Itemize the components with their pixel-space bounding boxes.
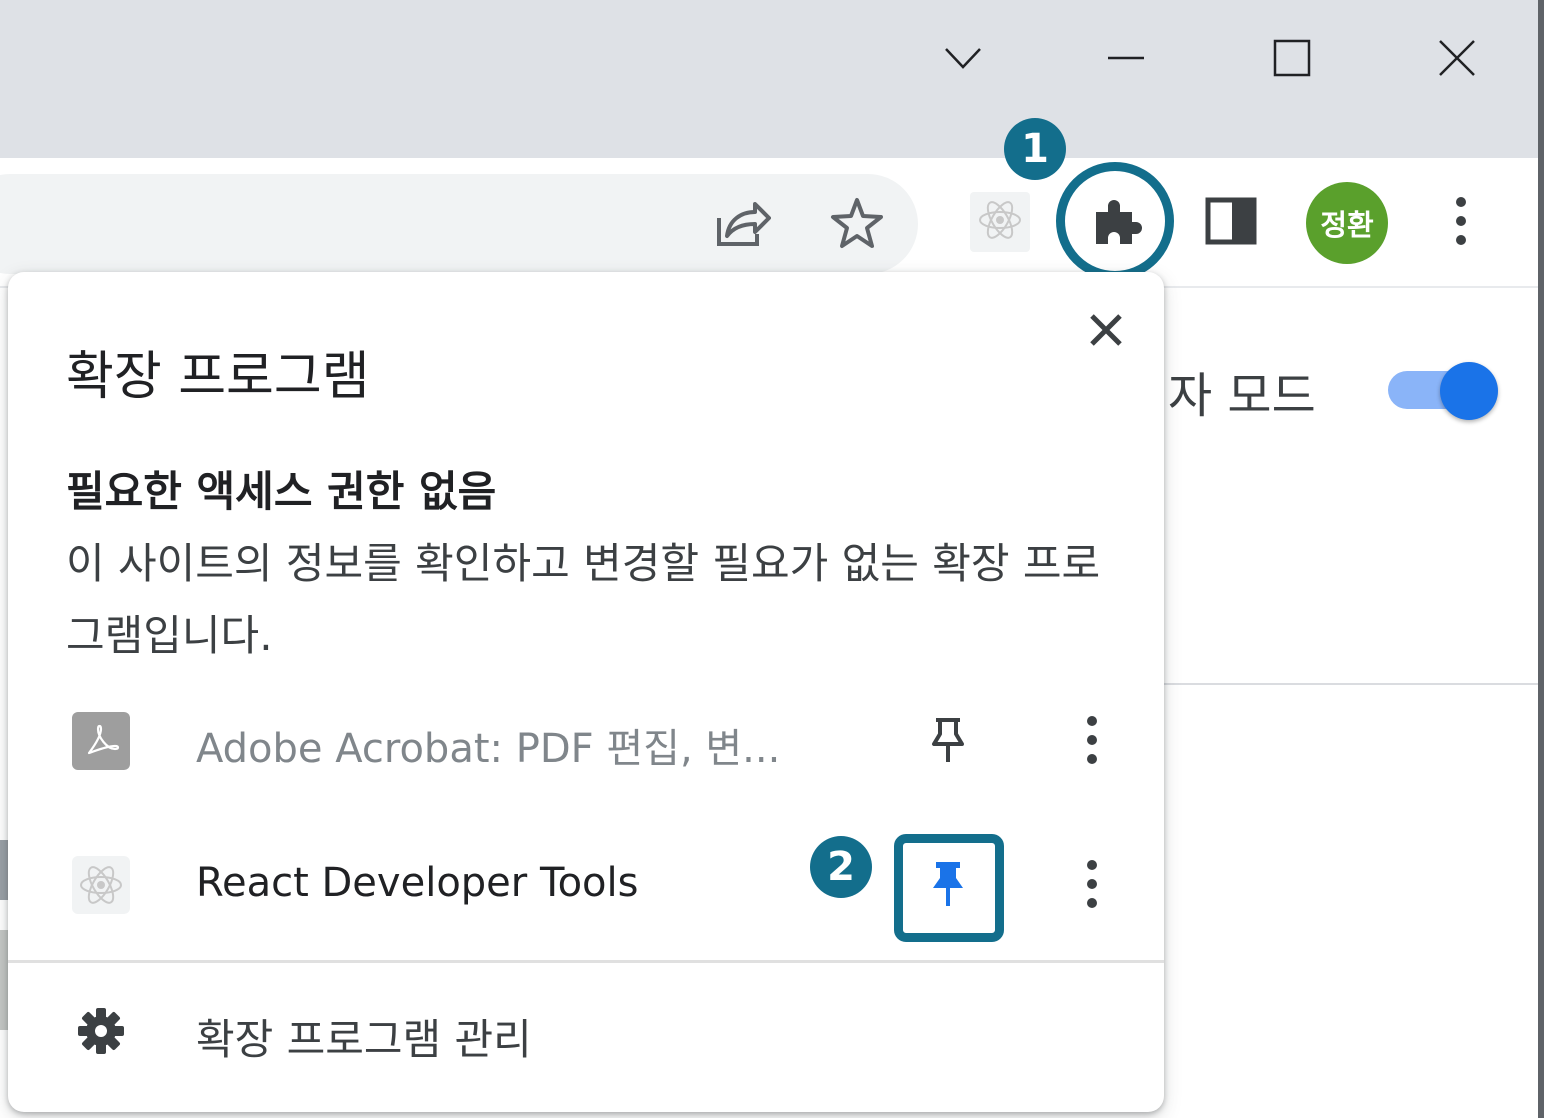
side-panel-icon [1205,197,1257,249]
minimize-button[interactable] [1091,26,1161,90]
tab-search-button[interactable] [928,26,998,90]
popup-close-button[interactable] [1076,302,1136,362]
manage-extensions-row[interactable]: 확장 프로그램 관리 [8,972,1164,1092]
profile-avatar[interactable]: 정환 [1306,182,1388,264]
react-devtools-toolbar-button[interactable] [970,192,1030,252]
section-description: 이 사이트의 정보를 확인하고 변경할 필요가 없는 확장 프로그램입니다. [66,539,1101,660]
step-badge-1: 1 [1004,118,1066,180]
chevron-down-icon [943,43,983,73]
bookmark-button[interactable] [822,190,892,260]
more-vertical-icon [1085,714,1099,770]
title-bar [0,0,1544,158]
minimize-icon [1106,53,1146,63]
background-fragment [0,930,8,1030]
pin-highlight-box [894,834,1004,942]
section-heading: 필요한 액세스 권한 없음 [66,467,497,516]
extension-name: React Developer Tools [196,860,639,906]
share-button[interactable] [706,190,776,260]
window-frame-edge [1538,0,1544,1118]
side-panel-button[interactable] [1196,188,1266,258]
pin-outline-icon [930,716,966,768]
close-icon [1088,312,1124,352]
gear-icon [72,1002,130,1060]
react-atom-icon [72,856,130,914]
background-fragment [0,840,8,900]
more-vertical-icon [1454,195,1468,251]
extension-name: Adobe Acrobat: PDF 편집, 변... [196,726,781,772]
more-vertical-icon [1085,858,1099,914]
close-icon [1437,38,1477,78]
address-bar[interactable] [0,174,918,274]
extensions-popup: 확장 프로그램 필요한 액세스 권한 없음 이 사이트의 정보를 확인하고 변경… [8,272,1164,1112]
maximize-button[interactable] [1257,26,1327,90]
react-atom-icon [976,196,1024,248]
extension-row-adobe-acrobat[interactable]: Adobe Acrobat: PDF 편집, 변... [8,682,1164,802]
extensions-highlight-ring [1056,162,1174,280]
background-divider [1164,683,1544,685]
background-setting-label: 자 모드 [1168,368,1316,424]
manage-extensions-label: 확장 프로그램 관리 [196,1015,532,1064]
toggle-knob[interactable] [1440,362,1498,420]
popup-divider [8,960,1164,963]
adobe-acrobat-icon [72,712,130,770]
popup-title: 확장 프로그램 [66,347,370,407]
maximize-icon [1272,38,1312,78]
pin-button-adobe-acrobat[interactable] [916,710,980,774]
extension-more-button[interactable] [1064,850,1120,922]
extension-more-button[interactable] [1064,706,1120,778]
step-badge-2: 2 [810,836,872,898]
browser-menu-button[interactable] [1436,188,1486,258]
close-window-button[interactable] [1422,26,1492,90]
star-icon [829,196,885,254]
share-icon [711,196,771,254]
